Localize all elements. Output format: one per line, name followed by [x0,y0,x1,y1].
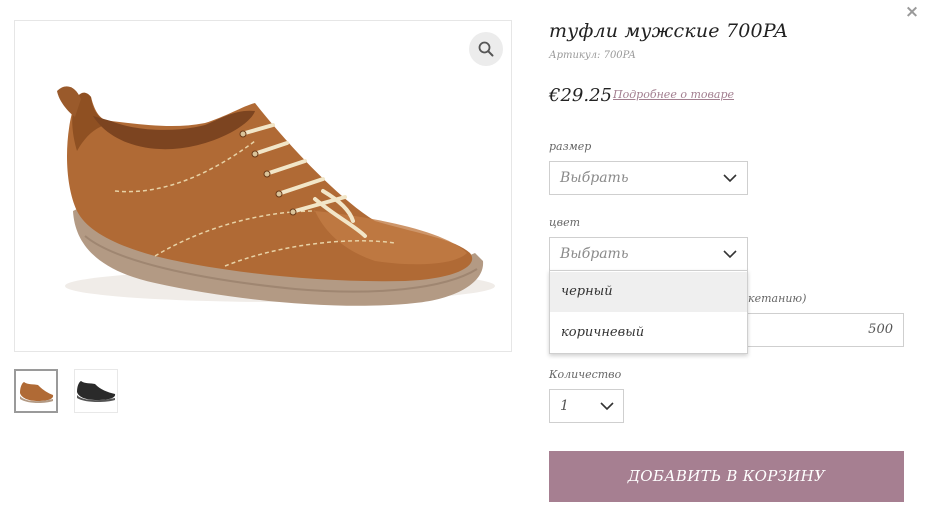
product-image [14,20,512,352]
chevron-down-icon [600,402,614,411]
brown-shoe-thumbnail-image [20,382,54,404]
color-select-value: Выбрать [560,246,629,262]
close-button[interactable]: × [904,4,920,21]
black-shoe-thumbnail-image [77,381,116,403]
color-select[interactable]: Выбрать [549,237,748,271]
color-label: цвет [549,216,581,229]
color-dropdown: черный коричневый [549,270,748,354]
product-sku: Артикул: 700PA [549,50,636,61]
length-input-value: 500 [868,322,893,337]
zoom-button[interactable] [469,32,503,66]
product-title: туфли мужские 700PA [549,20,788,42]
chevron-down-icon [723,174,737,183]
product-details-link[interactable]: Подробнее о товаре [613,88,734,101]
quantity-value: 1 [560,398,569,414]
size-label: размер [549,140,592,153]
brown-shoe-image [57,86,495,306]
add-to-cart-button[interactable]: ДОБАВИТЬ В КОРЗИНУ [549,451,904,502]
thumbnail-brown-shoe[interactable] [14,369,58,413]
length-input[interactable]: 500 [730,313,904,347]
thumbnail-black-shoe[interactable] [74,369,118,413]
product-price: €29.25 [549,85,612,106]
quantity-select[interactable]: 1 [549,389,624,423]
search-icon [478,41,494,57]
length-label: кетанию) [748,292,807,305]
quantity-label: Количество [549,368,622,381]
size-select-value: Выбрать [560,170,629,186]
color-option-brown[interactable]: коричневый [550,313,747,353]
chevron-down-icon [723,250,737,259]
color-option-black[interactable]: черный [550,272,747,312]
size-select[interactable]: Выбрать [549,161,748,195]
